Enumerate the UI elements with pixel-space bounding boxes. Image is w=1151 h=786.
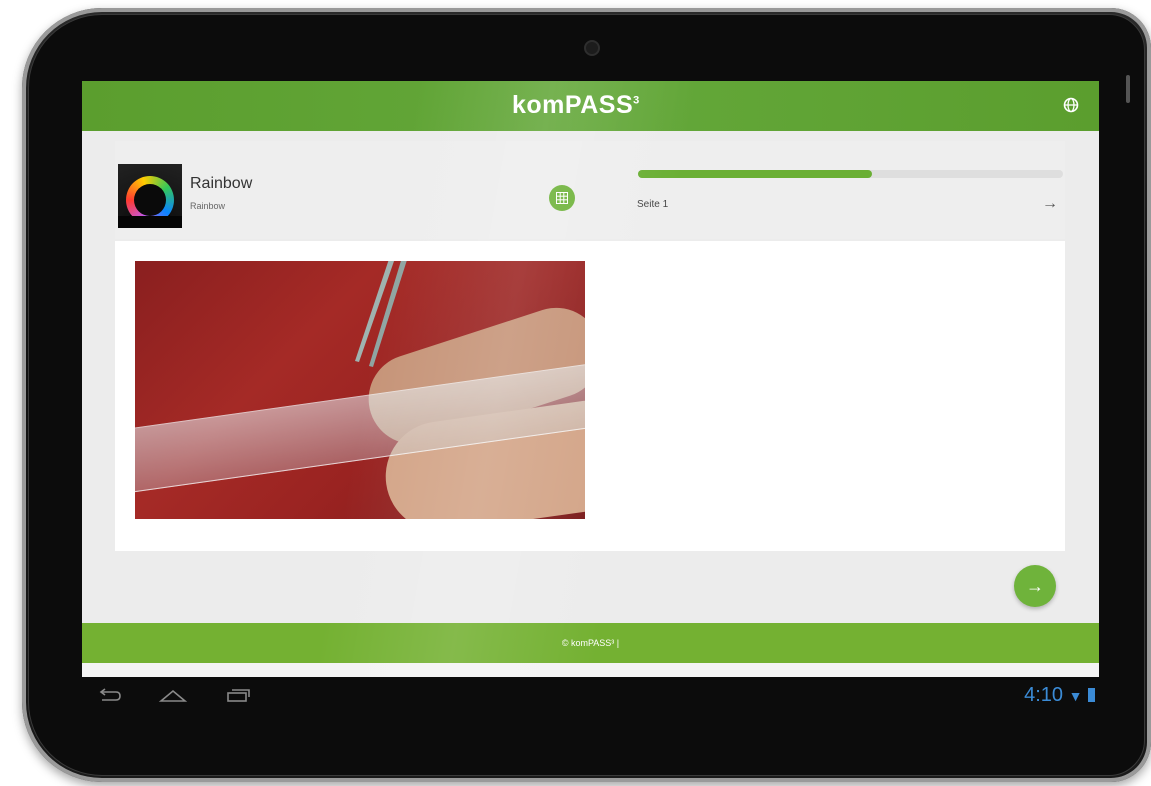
brand-superscript: 3	[633, 94, 640, 107]
globe-icon[interactable]	[1063, 97, 1079, 113]
module-title: Rainbow	[190, 175, 253, 192]
app-footer: © komPASS³ |	[82, 623, 1099, 663]
progress-bar	[638, 170, 1063, 178]
app-header: komPASS3	[82, 81, 1099, 131]
progress-fill	[638, 170, 872, 178]
camera-icon	[584, 40, 600, 56]
content-photo	[135, 261, 585, 519]
side-button	[1126, 75, 1130, 103]
next-page-button[interactable]: →	[1014, 565, 1056, 607]
content-panel	[115, 241, 1065, 551]
brand-logo: komPASS3	[512, 91, 640, 120]
wifi-icon: ▼	[1068, 688, 1083, 704]
module-thumbnail	[118, 164, 182, 228]
module-subtitle: Rainbow	[190, 201, 226, 211]
app-screen: komPASS3 Rainbow Rainbow Seite 1 → → © k…	[82, 81, 1099, 677]
brand-name: komPASS	[512, 91, 634, 119]
clock: 4:10	[1024, 684, 1064, 706]
home-icon[interactable]	[158, 686, 188, 706]
module-header: Rainbow Rainbow Seite 1 →	[115, 141, 1065, 239]
battery-icon	[1088, 688, 1095, 702]
status-bar: 4:10 ▼	[1024, 684, 1095, 707]
footer-strip	[82, 663, 1099, 677]
grid-icon[interactable]	[549, 185, 575, 211]
back-icon[interactable]	[96, 686, 124, 706]
recents-icon[interactable]	[224, 686, 252, 706]
arrow-right-icon[interactable]: →	[1042, 195, 1058, 213]
page-label: Seite 1	[637, 199, 669, 210]
system-navbar: 4:10 ▼	[82, 680, 1099, 716]
